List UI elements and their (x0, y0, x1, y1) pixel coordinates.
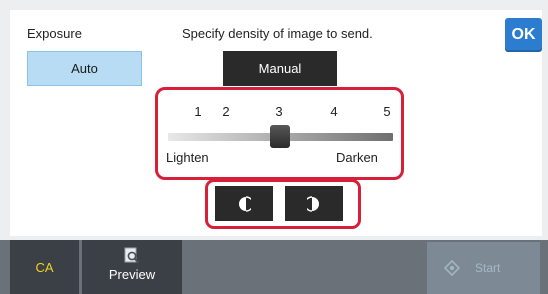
exposure-title: Exposure (27, 26, 82, 41)
start-diamond-icon (444, 260, 460, 276)
start-label: Start (475, 261, 501, 275)
darken-label: Darken (336, 150, 378, 165)
density-tick-3: 3 (275, 104, 283, 119)
density-tick-2: 2 (222, 104, 230, 119)
half-circle-left-icon (239, 195, 251, 212)
preview-label: Preview (108, 267, 156, 282)
manual-button[interactable]: Manual (223, 51, 337, 86)
preview-button[interactable]: Preview (82, 240, 182, 294)
ca-button[interactable]: CA (10, 240, 79, 294)
density-slider-thumb[interactable] (270, 125, 290, 148)
lighten-label: Lighten (166, 150, 209, 165)
screen: Exposure Specify density of image to sen… (0, 0, 548, 294)
decrease-density-button[interactable] (215, 186, 273, 221)
density-tick-5: 5 (383, 104, 391, 119)
preview-magnifier-icon (124, 247, 140, 264)
instruction-text: Specify density of image to send. (182, 26, 373, 41)
ok-button[interactable]: OK (505, 18, 542, 52)
density-tick-1: 1 (194, 104, 202, 119)
auto-button[interactable]: Auto (27, 51, 142, 86)
half-circle-right-icon (307, 195, 319, 212)
increase-density-button[interactable] (285, 186, 343, 221)
start-button[interactable]: Start (427, 242, 540, 294)
density-tick-4: 4 (330, 104, 338, 119)
